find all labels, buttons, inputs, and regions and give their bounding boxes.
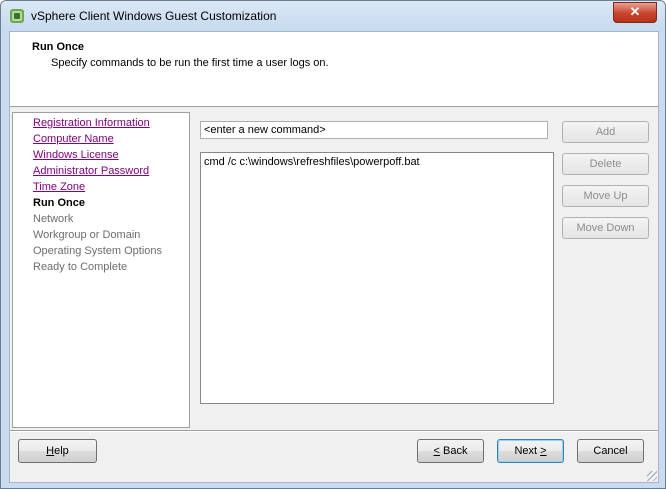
guest-customization-window: vSphere Client Windows Guest Customizati… [0, 0, 666, 489]
wizard-steps-nav: Registration Information Computer Name W… [12, 112, 190, 428]
nav-item-windows-license[interactable]: Windows License [33, 149, 119, 161]
command-list[interactable]: cmd /c c:\windows\refreshfiles\powerpoff… [200, 152, 554, 404]
help-button[interactable]: Help [18, 439, 97, 463]
close-icon: ✕ [629, 4, 641, 19]
nav-item-administrator-password[interactable]: Administrator Password [33, 165, 149, 177]
move-down-button[interactable]: Move Down [562, 217, 649, 239]
nav-item-time-zone[interactable]: Time Zone [33, 181, 85, 193]
nav-item-run-once: Run Once [33, 197, 85, 209]
help-mnemonic: H [46, 445, 55, 457]
wizard-client-area: Run Once Specify commands to be run the … [9, 31, 659, 483]
resize-grip-icon[interactable] [647, 471, 657, 481]
close-button[interactable]: ✕ [613, 2, 657, 23]
vsphere-app-icon [10, 9, 24, 23]
nav-item-network: Network [33, 213, 74, 225]
nav-item-computer-name[interactable]: Computer Name [33, 133, 114, 145]
page-subtitle: Specify commands to be run the first tim… [51, 57, 329, 69]
next-button[interactable]: Next > [497, 439, 564, 463]
nav-item-operating-system-options: Operating System Options [33, 245, 163, 257]
page-title: Run Once [32, 41, 84, 53]
cancel-button[interactable]: Cancel [577, 439, 644, 463]
add-button[interactable]: Add [562, 121, 649, 143]
delete-button[interactable]: Delete [562, 153, 649, 175]
nav-item-registration-information[interactable]: Registration Information [33, 117, 150, 129]
nav-item-ready-to-complete: Ready to Complete [33, 261, 128, 273]
next-mnemonic: > [540, 445, 547, 457]
new-command-input[interactable] [200, 121, 548, 139]
window-title: vSphere Client Windows Guest Customizati… [31, 9, 277, 23]
page-header: Run Once Specify commands to be run the … [10, 32, 658, 107]
help-label: elp [54, 445, 69, 457]
next-label: Next [514, 445, 541, 457]
back-label: Back [439, 445, 468, 457]
title-bar[interactable]: vSphere Client Windows Guest Customizati… [1, 1, 665, 31]
list-item[interactable]: cmd /c c:\windows\refreshfiles\powerpoff… [204, 156, 420, 168]
nav-item-workgroup-or-domain: Workgroup or Domain [33, 229, 141, 241]
move-up-button[interactable]: Move Up [562, 185, 649, 207]
footer-divider [10, 430, 658, 432]
back-button[interactable]: < Back [417, 439, 484, 463]
